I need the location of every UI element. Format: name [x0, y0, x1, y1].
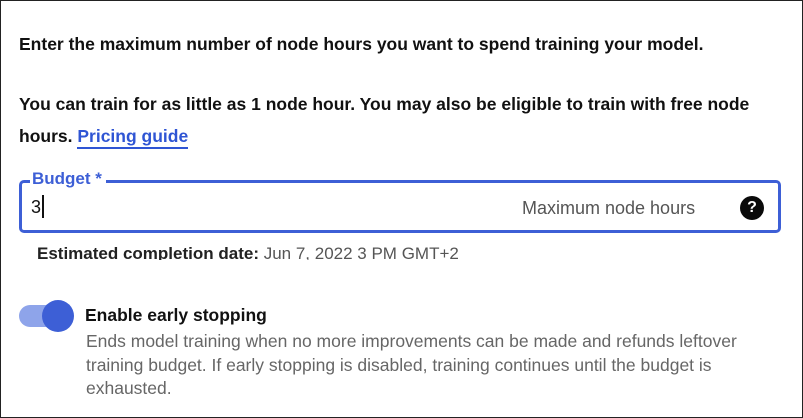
- text-caret: [42, 195, 44, 218]
- budget-field-label: Budget *: [30, 169, 106, 189]
- early-stopping-title: Enable early stopping: [85, 305, 267, 325]
- intro-note: You can train for as little as 1 node ho…: [19, 88, 779, 152]
- intro-text: Enter the maximum number of node hours y…: [19, 34, 704, 54]
- pricing-guide-link[interactable]: Pricing guide: [77, 126, 189, 149]
- toggle-thumb[interactable]: [42, 300, 74, 332]
- help-icon[interactable]: ?: [740, 196, 764, 220]
- early-stopping-description: Ends model training when no more improve…: [86, 331, 737, 398]
- budget-suffix: Maximum node hours: [522, 198, 696, 218]
- budget-input[interactable]: 3: [31, 197, 41, 218]
